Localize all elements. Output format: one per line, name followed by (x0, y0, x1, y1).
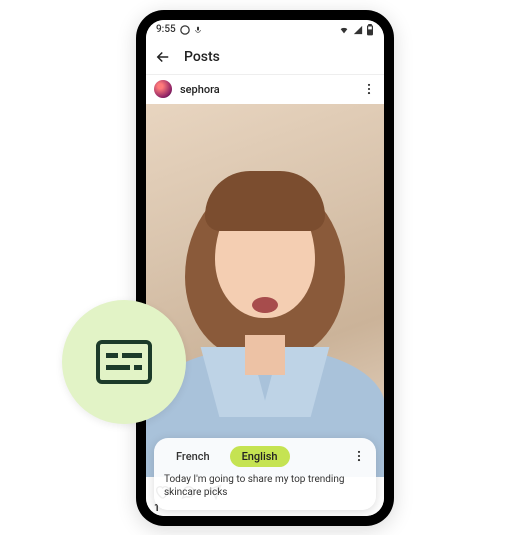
back-arrow-icon[interactable] (154, 48, 172, 66)
post-media[interactable] (146, 104, 384, 477)
wifi-icon (338, 25, 350, 35)
caption-text: Today I'm going to share my top trending… (164, 473, 366, 500)
status-time: 9:55 (156, 24, 176, 35)
caption-card: French English Today I'm going to share … (154, 438, 376, 510)
lang-tab-english[interactable]: English (230, 446, 290, 467)
lang-tab-french[interactable]: French (164, 446, 222, 467)
account-name[interactable]: sephora (180, 83, 354, 96)
caption-menu-icon[interactable] (352, 449, 366, 463)
captions-badge (62, 300, 186, 424)
phone-frame: 9:55 Posts sephora (136, 10, 394, 526)
avatar[interactable] (154, 80, 172, 98)
status-bar: 9:55 (146, 20, 384, 40)
app-header: Posts (146, 40, 384, 74)
google-icon (180, 25, 190, 35)
mic-icon (194, 25, 202, 35)
language-tabs: French English (164, 446, 366, 467)
page-title: Posts (184, 49, 220, 65)
battery-icon (366, 24, 374, 36)
more-options-icon[interactable] (362, 82, 376, 96)
signal-icon (353, 25, 363, 35)
captions-icon (95, 339, 153, 385)
account-row: sephora (146, 74, 384, 104)
screen: 9:55 Posts sephora (146, 20, 384, 516)
